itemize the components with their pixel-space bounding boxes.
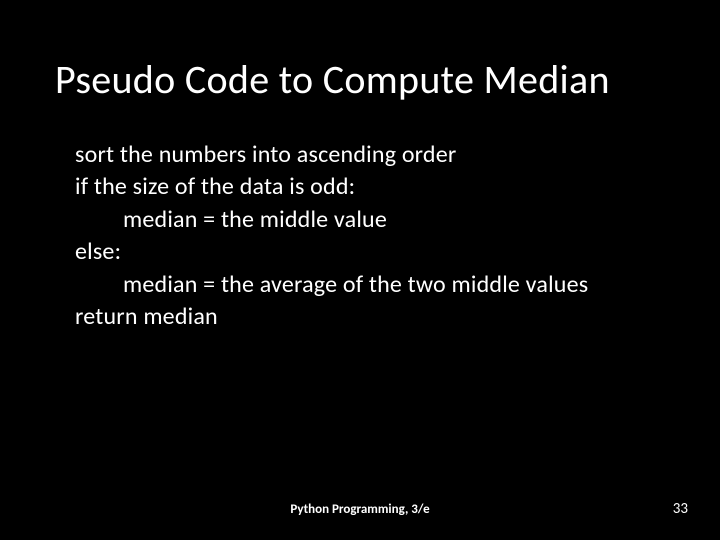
slide: Pseudo Code to Compute Median sort the n… bbox=[0, 0, 720, 540]
slide-content: sort the numbers into ascending order if… bbox=[55, 139, 670, 333]
pseudocode-line: if the size of the data is odd: bbox=[75, 171, 670, 203]
pseudocode-line: return median bbox=[75, 301, 670, 333]
footer-source: Python Programming, 3/e bbox=[290, 502, 429, 517]
pseudocode-line: else: bbox=[75, 236, 670, 268]
pseudocode-line: median = the average of the two middle v… bbox=[75, 269, 670, 301]
page-number: 33 bbox=[673, 500, 688, 518]
pseudocode-line: median = the middle value bbox=[75, 204, 670, 236]
pseudocode-line: sort the numbers into ascending order bbox=[75, 139, 670, 171]
slide-title: Pseudo Code to Compute Median bbox=[55, 55, 670, 104]
slide-footer: Python Programming, 3/e 33 bbox=[0, 500, 720, 518]
